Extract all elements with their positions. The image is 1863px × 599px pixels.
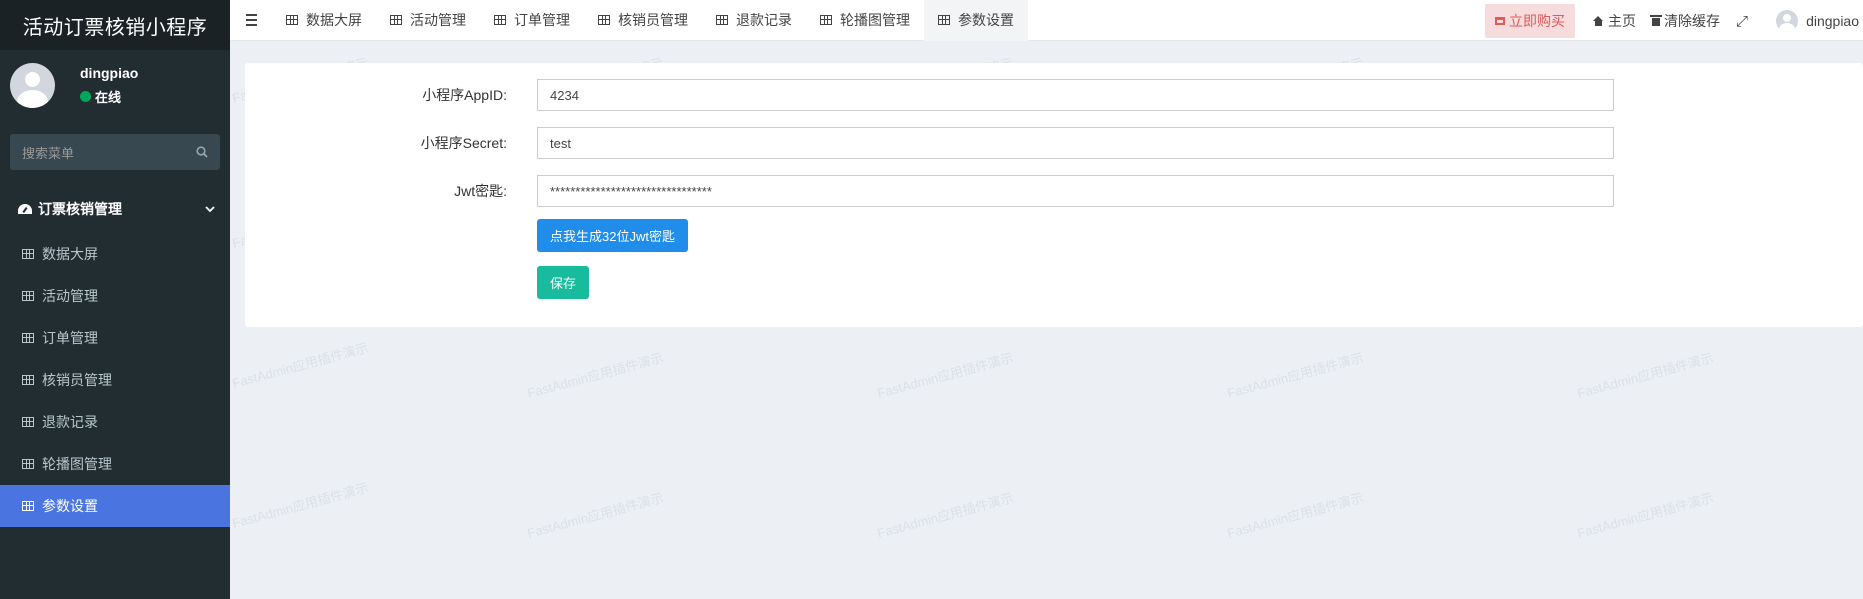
tab-label: 轮播图管理 xyxy=(840,12,910,28)
table-icon xyxy=(22,375,34,385)
appid-label: 小程序AppID: xyxy=(422,87,507,103)
tab-label: 订单管理 xyxy=(514,12,570,28)
sidebar-item-data-screen[interactable]: 数据大屏 xyxy=(0,233,230,275)
tab-settings[interactable]: 参数设置 xyxy=(924,0,1028,41)
jwt-label: Jwt密匙: xyxy=(454,183,507,199)
appid-input[interactable]: 4234 xyxy=(537,79,1614,111)
cart-icon xyxy=(1495,16,1506,25)
user-panel: dingpiao 在线 xyxy=(0,50,230,120)
dashboard-icon xyxy=(18,204,32,214)
table-icon xyxy=(22,333,34,343)
user-name: dingpiao xyxy=(80,64,139,81)
table-icon xyxy=(494,15,506,25)
tab-activity[interactable]: 活动管理 xyxy=(376,0,480,41)
watermark: FastAdmin应用插件演示 xyxy=(875,490,1015,541)
search-icon[interactable] xyxy=(196,146,208,158)
sidebar-item-label: 订单管理 xyxy=(42,330,98,346)
home-icon xyxy=(1593,15,1604,26)
tab-verifiers[interactable]: 核销员管理 xyxy=(584,0,702,41)
trash-icon xyxy=(1650,14,1663,26)
top-navbar: 数据大屏 活动管理 订单管理 核销员管理 退款记录 轮播图管理 参数设置 立即购… xyxy=(230,0,1863,41)
user-avatar xyxy=(10,62,55,108)
save-button[interactable]: 保存 xyxy=(537,266,590,299)
fullscreen-icon[interactable]: ⤢ xyxy=(1736,12,1748,30)
sidebar-item-label: 退款记录 xyxy=(42,414,98,430)
tab-data-screen[interactable]: 数据大屏 xyxy=(272,0,376,41)
buy-now-button[interactable]: 立即购买 xyxy=(1485,3,1576,38)
watermark: FastAdmin应用插件演示 xyxy=(1575,350,1715,401)
sidebar-item-label: 数据大屏 xyxy=(42,246,98,262)
clear-cache-button[interactable]: 清除缓存 xyxy=(1650,11,1721,31)
home-link[interactable]: 主页 xyxy=(1593,11,1636,31)
menu-group-ticket-management[interactable]: 订票核销管理 xyxy=(0,190,230,228)
form-row-appid: 小程序AppID: 4234 xyxy=(245,79,1863,111)
sidebar-item-activity[interactable]: 活动管理 xyxy=(0,275,230,317)
watermark: FastAdmin应用插件演示 xyxy=(230,340,370,391)
table-icon xyxy=(820,15,832,25)
menu-group-label: 订票核销管理 xyxy=(38,201,122,217)
table-icon xyxy=(22,501,34,511)
online-dot-icon xyxy=(80,90,91,102)
sidebar-item-refunds[interactable]: 退款记录 xyxy=(0,401,230,443)
watermark: FastAdmin应用插件演示 xyxy=(1225,490,1365,541)
form-row-secret: 小程序Secret: test xyxy=(245,127,1863,159)
sidebar-item-verifiers[interactable]: 核销员管理 xyxy=(0,359,230,401)
table-icon xyxy=(22,291,34,301)
watermark: FastAdmin应用插件演示 xyxy=(525,490,665,541)
sidebar-item-label: 轮播图管理 xyxy=(42,456,112,472)
tab-label: 参数设置 xyxy=(958,12,1014,28)
secret-label: 小程序Secret: xyxy=(420,135,507,151)
table-icon xyxy=(390,15,402,25)
user-status-label: 在线 xyxy=(95,89,122,105)
watermark: FastAdmin应用插件演示 xyxy=(230,480,370,531)
table-icon xyxy=(22,417,34,427)
table-icon xyxy=(22,249,34,259)
sidebar-item-orders[interactable]: 订单管理 xyxy=(0,317,230,359)
jwt-value: ******************************** xyxy=(550,183,712,199)
tab-label: 核销员管理 xyxy=(618,12,688,28)
form-row-jwt: Jwt密匙: ******************************** xyxy=(245,175,1863,207)
top-username[interactable]: dingpiao xyxy=(1806,13,1859,29)
sidebar-item-label: 活动管理 xyxy=(42,288,98,304)
table-icon xyxy=(286,15,298,25)
watermark: FastAdmin应用插件演示 xyxy=(1225,350,1365,401)
sidebar-search-input[interactable]: 搜索菜单 xyxy=(10,134,220,170)
top-avatar[interactable] xyxy=(1776,9,1799,32)
watermark: FastAdmin应用插件演示 xyxy=(525,350,665,401)
home-label: 主页 xyxy=(1608,12,1637,29)
tab-refunds[interactable]: 退款记录 xyxy=(702,0,806,41)
watermark: FastAdmin应用插件演示 xyxy=(875,350,1015,401)
settings-panel: 小程序AppID: 4234 小程序Secret: test Jwt密匙: **… xyxy=(245,63,1863,327)
sidebar-item-label: 参数设置 xyxy=(42,498,98,514)
generate-jwt-button[interactable]: 点我生成32位Jwt密匙 xyxy=(537,219,688,252)
table-icon xyxy=(22,459,34,469)
table-icon xyxy=(598,15,610,25)
sidebar-item-carousel[interactable]: 轮播图管理 xyxy=(0,443,230,485)
chevron-down-icon xyxy=(205,205,215,212)
menu-toggle-icon[interactable] xyxy=(230,0,272,41)
user-status: 在线 xyxy=(80,87,138,106)
clear-cache-label: 清除缓存 xyxy=(1664,12,1721,29)
buy-now-label: 立即购买 xyxy=(1509,12,1566,29)
tab-orders[interactable]: 订单管理 xyxy=(480,0,584,41)
tab-label: 退款记录 xyxy=(736,12,792,28)
secret-input[interactable]: test xyxy=(537,127,1614,159)
sidebar-item-label: 核销员管理 xyxy=(42,372,112,388)
tab-label: 数据大屏 xyxy=(306,12,362,28)
jwt-input[interactable]: ******************************** xyxy=(537,175,1614,207)
watermark: FastAdmin应用插件演示 xyxy=(1575,490,1715,541)
app-title[interactable]: 活动订票核销小程序 xyxy=(0,0,230,50)
sidebar-item-settings[interactable]: 参数设置 xyxy=(0,485,230,527)
table-icon xyxy=(938,15,950,25)
table-icon xyxy=(716,15,728,25)
tab-label: 活动管理 xyxy=(410,12,466,28)
appid-value: 4234 xyxy=(550,87,579,103)
sidebar: 活动订票核销小程序 dingpiao 在线 搜索菜单 订票核销管理 数据大屏 活… xyxy=(0,0,230,599)
tab-carousel[interactable]: 轮播图管理 xyxy=(806,0,924,41)
secret-value: test xyxy=(550,135,571,151)
sidebar-search-placeholder: 搜索菜单 xyxy=(22,145,75,161)
